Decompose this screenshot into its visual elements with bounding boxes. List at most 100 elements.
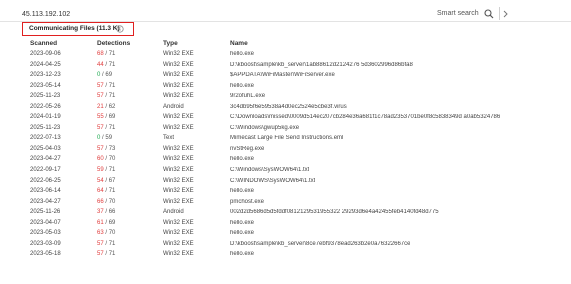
- file-name-link[interactable]: 3c4db95f6e59538a4d0ec2524e5cbe3f.virus: [230, 104, 347, 110]
- detections-cell: 57 / 71: [97, 241, 115, 247]
- file-name-link[interactable]: hello.exe: [230, 230, 254, 236]
- file-name-link[interactable]: D:\kboost\sample\kb_server\8ce7ebf9378ea…: [230, 241, 410, 247]
- scanned-date: 2025-11-26: [30, 209, 61, 216]
- table-row[interactable]: 2025-11-23 57 / 71 Win32 EXE 9r2ofuhL.exe: [0, 92, 571, 103]
- table-header: Scanned Detections Type Name: [0, 38, 571, 48]
- table-row[interactable]: 2023-06-14 64 / 71 Win32 EXE hello.exe: [0, 187, 571, 198]
- detections-positive: 57: [97, 251, 104, 258]
- file-type: Win32 EXE: [163, 188, 194, 195]
- detections-total: 62: [108, 103, 116, 110]
- file-name-link[interactable]: C:\Windows\SysWOW64\1.txt: [230, 167, 309, 173]
- table-row[interactable]: 2024-04-25 44 / 71 Win32 EXE D:\kboost\samp…: [0, 61, 571, 72]
- table-row[interactable]: 2025-11-23 57 / 71 Win32 EXE C:\Windows\gwu…: [0, 124, 571, 135]
- column-header-detections[interactable]: Detections: [97, 40, 130, 47]
- search-input[interactable]: 45.113.192.102: [22, 11, 70, 18]
- detections-total: 73: [108, 145, 116, 152]
- table-row[interactable]: 2023-12-23 0 / 69 Win32 EXE $APPDATA\WiFiMa…: [0, 71, 571, 82]
- detections-total: 71: [108, 167, 116, 174]
- detections-positive: 57: [97, 240, 104, 247]
- table-row[interactable]: 2023-03-09 57 / 71 Win32 EXE D:\kboost\samp…: [0, 240, 571, 251]
- detections-positive: 60: [97, 156, 104, 163]
- column-header-scanned[interactable]: Scanned: [30, 40, 57, 47]
- info-icon[interactable]: [116, 25, 124, 33]
- file-name-link[interactable]: Mimecast Large File Send Instructions.em…: [230, 135, 343, 141]
- chevron-icon[interactable]: [503, 9, 509, 19]
- detections-cell: 68 / 71: [97, 51, 115, 57]
- detections-total: 71: [108, 82, 116, 89]
- detections-total: 71: [108, 124, 116, 131]
- file-type: Win32 EXE: [163, 51, 194, 57]
- detections-cell: 61 / 69: [97, 220, 115, 226]
- search-icon[interactable]: [484, 9, 494, 19]
- table-row[interactable]: 2023-05-14 57 / 71 Win32 EXE hello.exe: [0, 82, 571, 93]
- column-header-type[interactable]: Type: [163, 40, 178, 47]
- detections-positive: 57: [97, 124, 104, 131]
- scanned-date: 2022-07-13: [30, 135, 61, 142]
- table-row[interactable]: 2022-06-25 54 / 67 Win32 EXE C:\WINDOWS\Sys…: [0, 177, 571, 188]
- table-row[interactable]: 2022-05-26 21 / 62 Android 3c4db95f6e59538a…: [0, 103, 571, 114]
- file-name-link[interactable]: hello.exe: [230, 220, 254, 226]
- scanned-date: 2022-09-17: [30, 167, 61, 174]
- detections-positive: 54: [97, 177, 104, 184]
- smart-search-label[interactable]: Smart search: [437, 10, 479, 17]
- file-type: Android: [163, 103, 184, 110]
- file-name-link[interactable]: pmchost.exe: [230, 199, 264, 205]
- file-type: Win32 EXE: [163, 114, 194, 121]
- scanned-date: 2024-04-25: [30, 61, 61, 68]
- file-name-link[interactable]: C:\Windows\gwup5kg.exe: [230, 125, 299, 131]
- detections-cell: 54 / 67: [97, 178, 115, 184]
- table-row[interactable]: 2023-04-27 60 / 70 Win32 EXE hello.exe: [0, 155, 571, 166]
- table-row[interactable]: 2023-04-07 61 / 69 Win32 EXE hello.exe: [0, 219, 571, 230]
- file-name-link[interactable]: $APPDATA\WiFiMaster\WiFiServer.exe: [230, 72, 335, 78]
- detections-total: 70: [108, 230, 116, 237]
- file-name-link[interactable]: hello.exe: [230, 251, 254, 257]
- scanned-date: 2023-04-07: [30, 219, 61, 226]
- scanned-date: 2024-01-19: [30, 114, 61, 121]
- file-name-link[interactable]: hello.exe: [230, 83, 254, 89]
- scanned-date: 2025-04-03: [30, 145, 61, 152]
- detections-total: 69: [105, 72, 113, 79]
- column-header-name[interactable]: Name: [230, 40, 248, 47]
- detections-positive: 57: [97, 145, 104, 152]
- table-row[interactable]: 2023-05-18 57 / 71 Win32 EXE hello.exe: [0, 250, 571, 261]
- detections-total: 69: [108, 219, 116, 226]
- toolbar-divider: [499, 7, 500, 20]
- file-name-link[interactable]: nvStReg.exe: [230, 146, 264, 152]
- detections-cell: 55 / 69: [97, 114, 115, 120]
- table-row[interactable]: 2024-01-19 55 / 69 Win32 EXE C:\Downloads\m…: [0, 113, 571, 124]
- top-search-bar: 45.113.192.102 Smart search: [0, 0, 571, 22]
- file-type: Win32 EXE: [163, 198, 194, 205]
- table-row[interactable]: 2025-04-03 57 / 73 Win32 EXE nvStReg.exe: [0, 145, 571, 156]
- file-name-link[interactable]: hello.exe: [230, 188, 254, 194]
- file-name-link[interactable]: 9r2ofuhL.exe: [230, 93, 265, 99]
- file-name-link[interactable]: hello.exe: [230, 156, 254, 162]
- file-name-link[interactable]: C:\WINDOWS\SysWOW64\1.txt: [230, 178, 315, 184]
- table-body: 2023-09-06 68 / 71 Win32 EXE hello.exe 2024-…: [0, 50, 571, 261]
- table-row[interactable]: 2022-09-17 59 / 71 Win32 EXE C:\Windows\Sys…: [0, 166, 571, 177]
- scanned-date: 2023-04-27: [30, 156, 61, 163]
- detections-cell: 64 / 71: [97, 188, 115, 194]
- detections-positive: 44: [97, 61, 104, 68]
- file-type: Win32 EXE: [163, 72, 194, 79]
- scanned-date: 2023-12-23: [30, 72, 61, 79]
- table-row[interactable]: 2025-11-26 37 / 66 Android 002d2d5686d5d5fd…: [0, 208, 571, 219]
- detections-total: 71: [108, 251, 116, 258]
- file-name-link[interactable]: 002d2d5686d5d5fddf0812129531955322 29293…: [230, 209, 439, 215]
- detections-total: 70: [108, 156, 116, 163]
- file-name-link[interactable]: D:\kboost\sample\kb_server\1ab88612d2124…: [230, 62, 413, 68]
- detections-positive: 55: [97, 114, 104, 121]
- detections-positive: 57: [97, 93, 104, 100]
- file-name-link[interactable]: C:\Downloads\missed\0009d514ec207cb284e3…: [230, 114, 500, 120]
- table-row[interactable]: 2022-07-13 0 / 59 Text Mimecast Large File …: [0, 134, 571, 145]
- file-type: Text: [163, 135, 175, 142]
- communicating-files-tab[interactable]: Communicating Files (11.3 K): [22, 22, 134, 36]
- table-row[interactable]: 2023-09-06 68 / 71 Win32 EXE hello.exe: [0, 50, 571, 61]
- scanned-date: 2023-03-09: [30, 240, 61, 247]
- detections-cell: 57 / 71: [97, 93, 115, 99]
- table-row[interactable]: 2023-05-03 63 / 70 Win32 EXE hello.exe: [0, 229, 571, 240]
- file-name-link[interactable]: hello.exe: [230, 51, 254, 57]
- file-type: Win32 EXE: [163, 124, 194, 131]
- file-type: Win32 EXE: [163, 219, 194, 226]
- table-row[interactable]: 2023-04-27 66 / 70 Win32 EXE pmchost.exe: [0, 198, 571, 209]
- detections-total: 71: [108, 51, 116, 57]
